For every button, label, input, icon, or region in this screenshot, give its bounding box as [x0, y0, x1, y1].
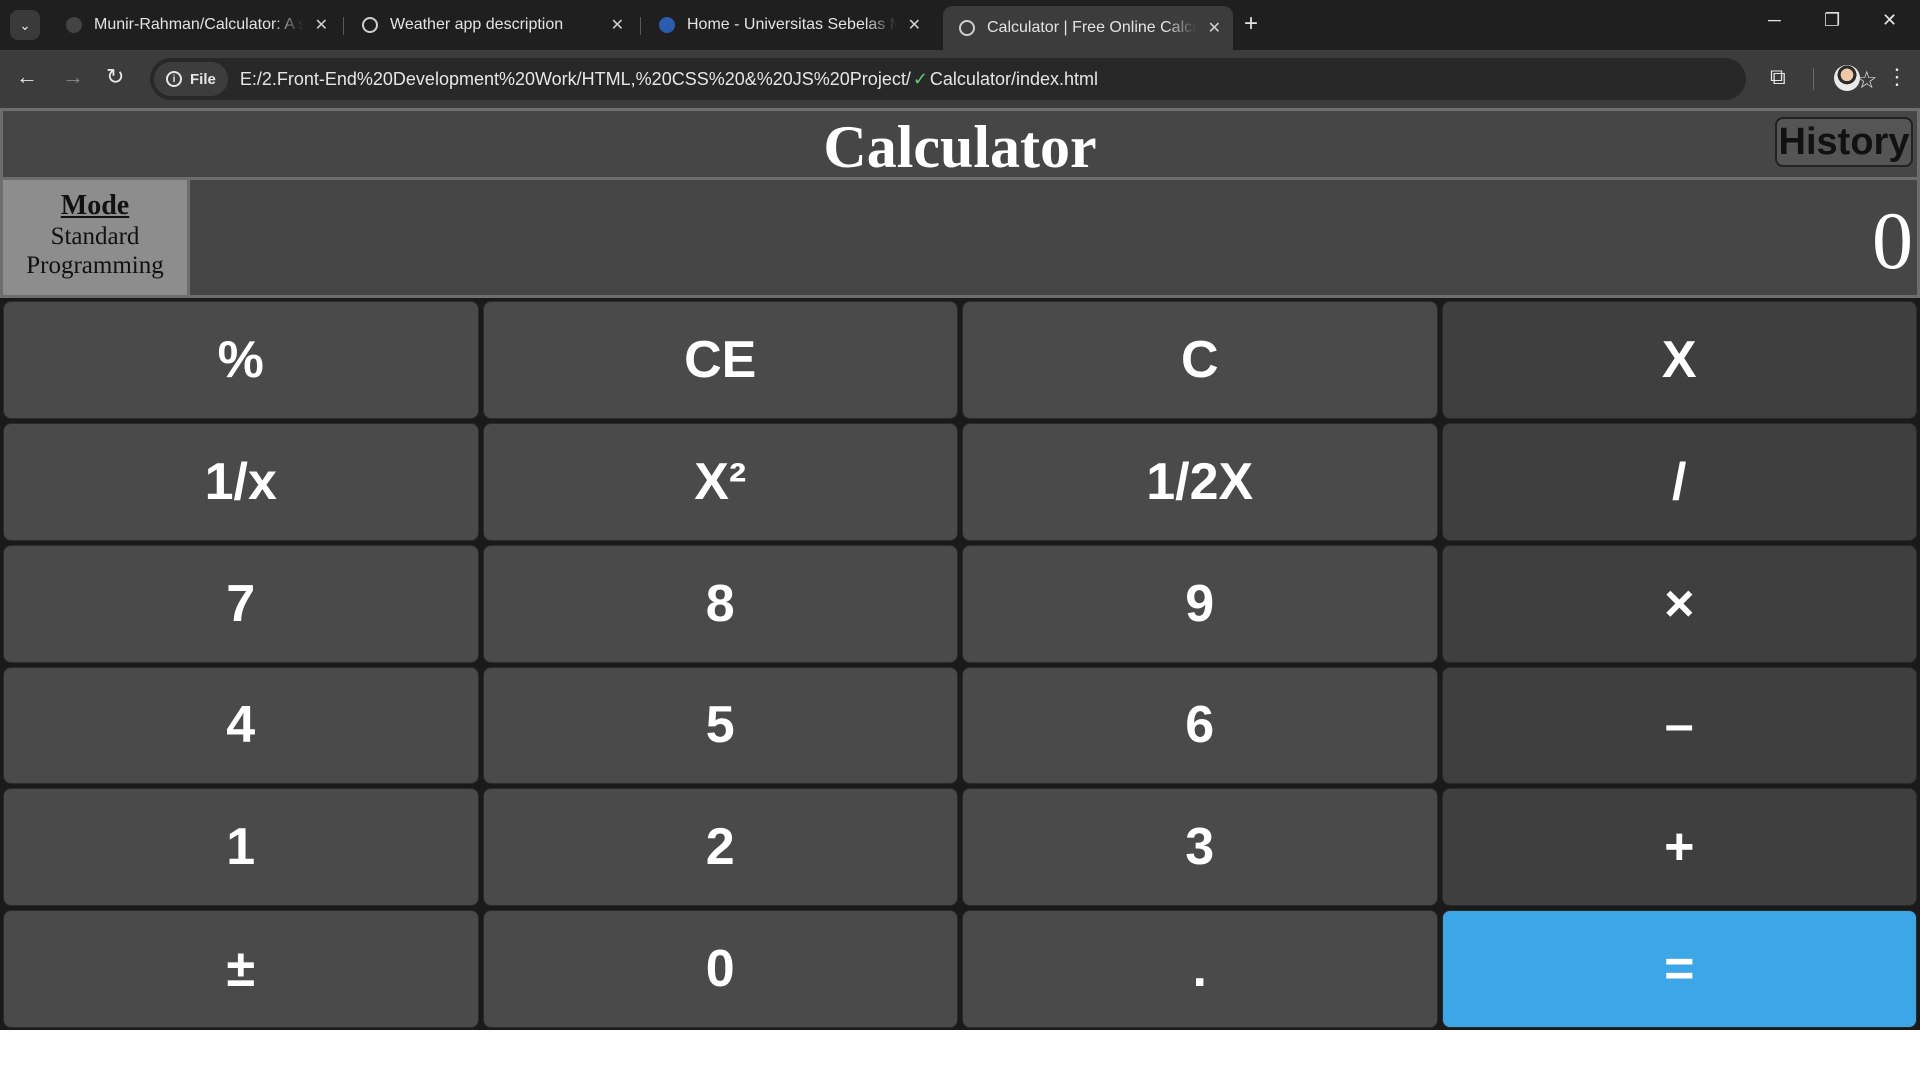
info-icon: i [166, 71, 182, 87]
address-bar[interactable]: i File E:/2.Front-End%20Development%20Wo… [150, 58, 1878, 100]
subtract-key[interactable]: – [1441, 666, 1917, 785]
clear-key[interactable]: C [962, 301, 1438, 419]
forward-icon[interactable]: → [62, 64, 84, 90]
tab-title: Munir-Rahman/Calculator: A simple calcul… [94, 16, 304, 33]
back-icon[interactable]: ← [16, 64, 38, 90]
chatgpt-icon [362, 17, 378, 33]
close-tab-icon[interactable]: ✕ [305, 15, 328, 35]
browser-tab-calculator[interactable]: Calculator | Free Online Calculator ✕ [943, 6, 1233, 50]
page-bottom-area [0, 1030, 1920, 1080]
browser-tab-weather[interactable]: Weather app description ✕ [346, 6, 636, 44]
page-title: Calculator [823, 114, 1097, 180]
globe-icon [959, 20, 975, 36]
browser-tab-universitas[interactable]: Home - Universitas Sebelas Maret ✕ [643, 6, 933, 44]
digit-6-key[interactable]: 6 [962, 666, 1438, 785]
restore-icon[interactable]: ❐ [1824, 10, 1840, 31]
close-tab-icon[interactable]: ✕ [1198, 18, 1221, 38]
tab-title: Calculator | Free Online Calculator [987, 19, 1197, 36]
reciprocal-key[interactable]: 1/x [3, 422, 479, 541]
clear-entry-key[interactable]: CE [482, 301, 958, 419]
new-tab-button[interactable]: + [1244, 10, 1258, 38]
mode-programming-option[interactable]: Programming [3, 251, 187, 280]
decimal-key[interactable]: . [962, 910, 1438, 1028]
digit-4-key[interactable]: 4 [3, 666, 479, 785]
digit-3-key[interactable]: 3 [962, 788, 1438, 907]
multiply-key[interactable]: × [1441, 544, 1917, 663]
tab-search-button[interactable]: ⌄ [10, 10, 40, 40]
digit-5-key[interactable]: 5 [482, 666, 958, 785]
extensions-icon[interactable]: ⧉ [1770, 64, 1786, 90]
calculator-keypad: % CE C X 1/x X² 1/2X / 7 8 9 × 4 5 6 – 1… [0, 298, 1920, 1031]
tab-title: Home - Universitas Sebelas Maret [687, 16, 897, 33]
close-tab-icon[interactable]: ✕ [898, 15, 921, 35]
digit-9-key[interactable]: 9 [962, 544, 1438, 663]
square-key[interactable]: X² [482, 422, 958, 541]
digit-2-key[interactable]: 2 [482, 788, 958, 907]
divide-key[interactable]: / [1441, 422, 1917, 541]
history-button[interactable]: History [1775, 117, 1913, 167]
mode-heading: Mode [60, 190, 130, 221]
close-window-icon[interactable]: ✕ [1882, 10, 1897, 31]
browser-toolbar: ← → ↻ i File E:/2.Front-End%20Developmen… [0, 50, 1920, 108]
tab-divider [640, 17, 641, 35]
backspace-key[interactable]: X [1441, 301, 1917, 419]
digit-0-key[interactable]: 0 [482, 910, 958, 1028]
url-text[interactable]: E:/2.Front-End%20Development%20Work/HTML… [240, 69, 1098, 90]
percent-key[interactable]: % [3, 301, 479, 419]
url-scheme-label: File [190, 70, 216, 88]
close-tab-icon[interactable]: ✕ [601, 15, 624, 35]
tab-divider [343, 17, 344, 35]
reload-icon[interactable]: ↻ [106, 64, 124, 90]
calculator-display: 0 [190, 180, 1920, 298]
tab-title: Weather app description [390, 16, 564, 33]
chevron-down-icon: ⌄ [19, 16, 31, 33]
site-info-chip[interactable]: i File [154, 62, 228, 96]
equals-key[interactable]: = [1441, 910, 1917, 1028]
github-icon [66, 17, 82, 33]
check-icon: ✓ [912, 68, 928, 89]
browser-tab-github[interactable]: Munir-Rahman/Calculator: A simple calcul… [50, 6, 340, 44]
browser-tab-strip: ⌄ Munir-Rahman/Calculator: A simple calc… [0, 0, 1920, 50]
toolbar-divider [1813, 68, 1814, 90]
digit-1-key[interactable]: 1 [3, 788, 479, 907]
mode-panel: Mode Standard Programming [0, 180, 190, 298]
calculator-header: Calculator History [0, 108, 1920, 180]
digit-8-key[interactable]: 8 [482, 544, 958, 663]
university-icon [659, 17, 675, 33]
display-value: 0 [1872, 195, 1913, 286]
negate-key[interactable]: ± [3, 910, 479, 1028]
minimize-icon[interactable]: ─ [1768, 10, 1781, 31]
digit-7-key[interactable]: 7 [3, 544, 479, 663]
url-path: E:/2.Front-End%20Development%20Work/HTML… [239, 68, 911, 89]
half-key[interactable]: 1/2X [962, 422, 1438, 541]
url-file: Calculator/index.html [929, 68, 1098, 89]
mode-standard-option[interactable]: Standard [3, 222, 187, 251]
profile-avatar[interactable] [1834, 65, 1860, 91]
add-key[interactable]: + [1441, 788, 1917, 907]
menu-icon[interactable]: ⋮ [1886, 64, 1908, 90]
